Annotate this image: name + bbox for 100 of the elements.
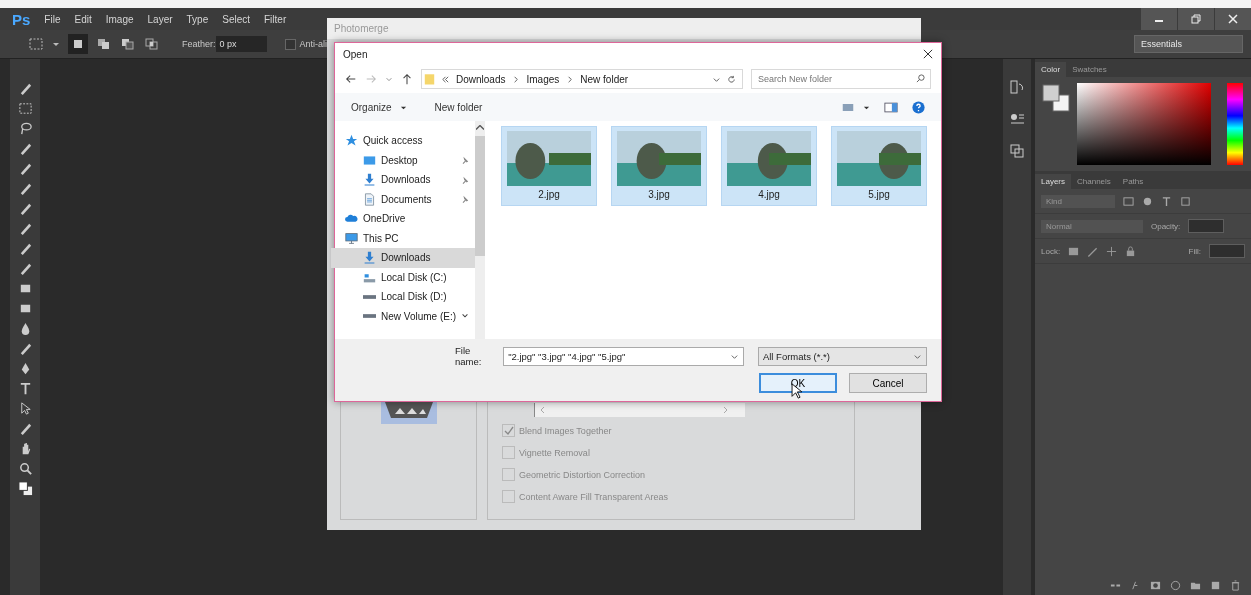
dialog-button[interactable]: Cancel	[849, 373, 927, 393]
nav-item[interactable]: Local Disk (C:)	[331, 267, 476, 287]
new-folder-button[interactable]: New folder	[434, 101, 483, 113]
nav-item[interactable]: New Volume (E:)	[331, 306, 476, 326]
marquee-tool-icon[interactable]	[17, 101, 33, 116]
checkbox[interactable]	[502, 468, 515, 481]
marquee-icon[interactable]	[28, 36, 44, 52]
new-layer-icon[interactable]	[1210, 580, 1221, 591]
trash-icon[interactable]	[1230, 580, 1241, 591]
fill-field[interactable]	[1209, 244, 1245, 258]
move-arrows-icon[interactable]	[1106, 245, 1118, 257]
nav-item[interactable]: OneDrive	[331, 209, 476, 229]
nav-item[interactable]: Local Disk (D:)	[331, 287, 476, 307]
subtract-selection-icon[interactable]	[120, 36, 136, 52]
menu-item[interactable]: Layer	[147, 13, 173, 25]
preview-pane-icon[interactable]	[884, 101, 898, 113]
intersect-selection-icon[interactable]	[144, 36, 160, 52]
checkbox[interactable]	[502, 446, 515, 459]
menu-item[interactable]: Select	[222, 13, 250, 25]
refresh-icon[interactable]	[727, 74, 736, 84]
new-selection-icon[interactable]	[68, 34, 88, 54]
search-icon	[916, 74, 925, 83]
nav-item[interactable]: This PC	[331, 228, 476, 248]
nav-item[interactable]: Quick access	[331, 131, 476, 151]
properties-icon[interactable]	[1009, 111, 1025, 127]
panel-tab[interactable]: Swatches	[1066, 62, 1113, 77]
file-tile[interactable]: 5.jpg	[831, 126, 927, 206]
chevron-right-icon	[511, 74, 521, 84]
panel-tab[interactable]: Paths	[1116, 174, 1150, 189]
nav-item[interactable]: Documents	[331, 189, 476, 209]
panel-tab[interactable]: Color	[1035, 62, 1067, 77]
type-filter-icon[interactable]	[1161, 195, 1172, 207]
add-selection-icon[interactable]	[96, 36, 112, 52]
file-tile[interactable]: 4.jpg	[721, 126, 817, 206]
file-type-dropdown[interactable]: All Formats (*.*)	[757, 346, 927, 366]
lock-pixels-icon[interactable]	[1068, 245, 1080, 257]
brush-icon[interactable]	[1087, 245, 1099, 257]
color-swatches-icon[interactable]	[17, 481, 33, 496]
caret-icon[interactable]	[52, 40, 60, 48]
dialog-title: Photomerge	[327, 18, 921, 39]
file-tile[interactable]: 3.jpg	[611, 126, 707, 206]
checkbox[interactable]	[502, 424, 515, 437]
shape-filter-icon[interactable]	[1180, 195, 1191, 207]
app-logo: Ps	[12, 10, 31, 28]
close-icon	[1228, 14, 1238, 24]
anti-alias-checkbox[interactable]	[284, 38, 296, 50]
feather-field[interactable]: 0 px	[215, 36, 267, 52]
restore-icon	[1191, 14, 1201, 24]
nav-item[interactable]: Downloads	[331, 170, 476, 190]
opacity-field[interactable]	[1188, 219, 1225, 233]
workspace-dropdown[interactable]: Essentials	[1133, 35, 1243, 53]
zoom-tool-icon[interactable]	[17, 461, 33, 476]
menu-item[interactable]: File	[44, 13, 61, 25]
checkbox-label: Blend Images Together	[519, 425, 612, 436]
close-icon[interactable]	[923, 49, 933, 59]
up-arrow-icon[interactable]	[401, 73, 413, 85]
color-picker-field[interactable]	[1077, 83, 1211, 165]
nav-item[interactable]: Downloads	[331, 248, 476, 268]
menu-item[interactable]: Image	[105, 13, 134, 25]
panel-tab[interactable]: Channels	[1071, 174, 1117, 189]
mask-icon[interactable]	[1150, 580, 1161, 591]
adjustments-icon[interactable]	[1009, 143, 1025, 159]
restore-button[interactable]	[1178, 8, 1214, 30]
chevron-right-icon	[565, 74, 575, 84]
back-arrow-icon[interactable]	[345, 73, 357, 85]
download-arrow-icon	[363, 173, 376, 187]
search-field[interactable]: Search New folder	[751, 69, 931, 89]
breadcrumb-item[interactable]: New folder	[580, 73, 629, 85]
panel-tab[interactable]: Layers	[1035, 174, 1071, 189]
address-bar[interactable]: Downloads Images New folder	[421, 69, 743, 89]
foreground-background-swatch-icon[interactable]	[1041, 83, 1071, 113]
file-tile[interactable]: 2.jpg	[501, 126, 597, 206]
organize-menu[interactable]: Organize	[351, 101, 392, 113]
adjustment-layer-icon[interactable]	[1170, 580, 1181, 591]
nav-item[interactable]: Desktop	[331, 150, 476, 170]
folder-icon	[424, 72, 435, 86]
drive-icon	[363, 294, 376, 299]
feather-label: Feather:	[182, 39, 216, 49]
breadcrumb-item[interactable]: Downloads	[456, 73, 506, 85]
file-name-field[interactable]: "2.jpg" "3.jpg" "4.jpg" "5.jpg"	[503, 346, 744, 366]
file-name-label: File name:	[455, 345, 483, 367]
close-button[interactable]	[1215, 8, 1251, 30]
menu-item[interactable]: Type	[186, 13, 209, 25]
image-filter-icon[interactable]	[1123, 195, 1134, 207]
menu-item[interactable]: Edit	[74, 13, 92, 25]
dialog-button[interactable]: OK	[759, 373, 837, 393]
lock-icon[interactable]	[1125, 245, 1137, 257]
dialog-title: Open	[343, 48, 368, 60]
download-arrow-icon	[363, 251, 376, 265]
menu-item[interactable]: Filter	[264, 13, 287, 25]
checkbox[interactable]	[502, 490, 515, 503]
vertical-scrollbar[interactable]	[475, 121, 486, 339]
view-options-icon[interactable]	[841, 101, 855, 113]
help-icon[interactable]	[912, 100, 925, 114]
history-icon[interactable]	[1009, 79, 1025, 95]
checkbox-label: Content Aware Fill Transparent Areas	[519, 491, 668, 502]
folder-icon[interactable]	[1190, 580, 1201, 591]
breadcrumb-item[interactable]: Images	[526, 73, 560, 85]
adjustment-filter-icon[interactable]	[1142, 195, 1153, 207]
checkbox-label: Vignette Removal	[519, 447, 590, 458]
